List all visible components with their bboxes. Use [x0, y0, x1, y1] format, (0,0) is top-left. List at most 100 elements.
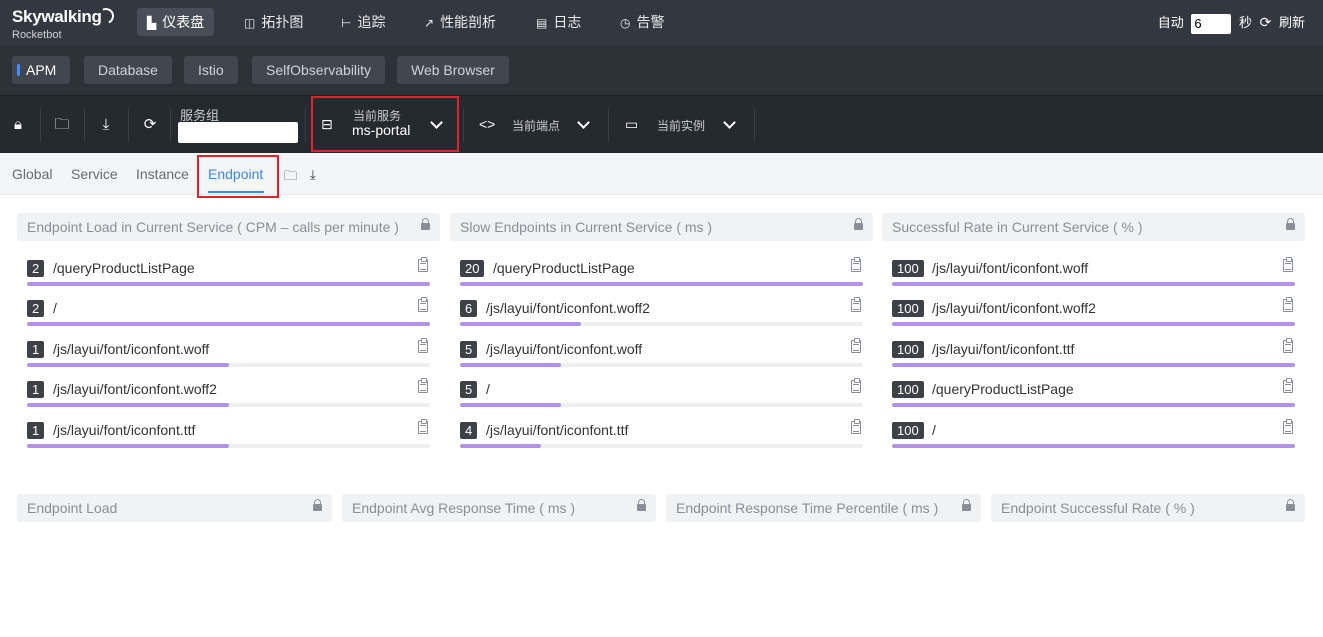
- list-item[interactable]: 5/js/layui/font/iconfont.woff: [460, 338, 863, 378]
- service-group-input[interactable]: [178, 122, 298, 143]
- lock-icon[interactable]: [962, 499, 971, 513]
- endpoint-success-rate-panel: Endpoint Successful Rate ( % ): [991, 494, 1305, 522]
- list-item[interactable]: 100/js/layui/font/iconfont.woff: [892, 257, 1295, 297]
- lock-icon[interactable]: [421, 218, 430, 232]
- log-icon: ▤: [536, 16, 548, 30]
- panel-header: Endpoint Load in Current Service ( CPM –…: [17, 213, 440, 241]
- copy-icon[interactable]: [418, 257, 428, 272]
- list-item[interactable]: 100/queryProductListPage: [892, 378, 1295, 418]
- list-item[interactable]: 6/js/layui/font/iconfont.woff2: [460, 297, 863, 337]
- copy-icon[interactable]: [1283, 257, 1293, 272]
- current-endpoint-selector[interactable]: <> 当前端点: [470, 96, 600, 153]
- list-item[interactable]: 100/js/layui/font/iconfont.ttf: [892, 338, 1295, 378]
- list-item[interactable]: 2/queryProductListPage: [27, 257, 430, 297]
- copy-icon[interactable]: [418, 338, 428, 353]
- copy-icon[interactable]: [851, 297, 861, 312]
- progress-bar-fill: [892, 363, 1295, 367]
- lock-icon[interactable]: [637, 499, 646, 513]
- endpoint-load-panel: Endpoint Load: [17, 494, 332, 522]
- progress-bar-track: [27, 444, 430, 448]
- progress-bar-track: [27, 282, 430, 286]
- panel-title: Endpoint Load in Current Service ( CPM –…: [27, 219, 399, 235]
- current-instance-selector[interactable]: ▭ 当前实例: [615, 96, 750, 153]
- copy-icon[interactable]: [1283, 338, 1293, 353]
- nav-alarm[interactable]: ◷ 告警: [610, 8, 674, 36]
- nav-dashboard[interactable]: ▙ 仪表盘: [137, 8, 215, 36]
- endpoint-name: /js/layui/font/iconfont.woff: [486, 341, 643, 357]
- layer-apm-label: APM: [26, 62, 57, 78]
- folder-icon[interactable]: 🗀: [53, 116, 71, 134]
- copy-icon[interactable]: [418, 419, 428, 434]
- list-item[interactable]: 5/: [460, 378, 863, 418]
- copy-icon[interactable]: [418, 378, 428, 393]
- auto-interval-input[interactable]: [1191, 13, 1232, 34]
- instance-icon: ▭: [625, 116, 639, 132]
- divider: [170, 108, 171, 142]
- lock-icon[interactable]: [1286, 499, 1295, 513]
- nav-profile[interactable]: ↗ 性能剖析: [414, 8, 506, 36]
- nav-log[interactable]: ▤ 日志: [526, 8, 591, 36]
- copy-icon[interactable]: [1283, 419, 1293, 434]
- copy-icon[interactable]: [851, 378, 861, 393]
- tab-endpoint[interactable]: Endpoint: [208, 166, 263, 182]
- list-item[interactable]: 100/js/layui/font/iconfont.woff2: [892, 297, 1295, 337]
- nav-topology[interactable]: ◫ 拓扑图: [234, 8, 313, 36]
- value-badge: 20: [460, 260, 485, 277]
- list-item[interactable]: 1/js/layui/font/iconfont.ttf: [27, 419, 430, 459]
- progress-bar-track: [460, 282, 863, 286]
- list-item[interactable]: 1/js/layui/font/iconfont.woff2: [27, 378, 430, 418]
- panel-title: Slow Endpoints in Current Service ( ms ): [460, 219, 713, 235]
- download-icon[interactable]: ⤓: [97, 116, 115, 134]
- download-icon[interactable]: ⤓: [310, 167, 316, 183]
- layer-web-browser[interactable]: Web Browser: [397, 56, 509, 84]
- chevron-down-icon: [430, 116, 443, 129]
- progress-bar-fill: [892, 444, 1295, 448]
- folder-icon[interactable]: 🗀: [284, 167, 297, 189]
- tab-instance[interactable]: Instance: [136, 166, 189, 182]
- layer-apm[interactable]: APM: [12, 56, 71, 84]
- refresh-button[interactable]: 刷新: [1279, 15, 1305, 30]
- progress-bar-track: [460, 363, 863, 367]
- divider: [305, 108, 306, 142]
- nav-trace[interactable]: ⊢ 追踪: [331, 8, 395, 36]
- copy-icon[interactable]: [851, 338, 861, 353]
- copy-icon[interactable]: [1283, 378, 1293, 393]
- list-item[interactable]: 1/js/layui/font/iconfont.woff: [27, 338, 430, 378]
- copy-icon[interactable]: [851, 419, 861, 434]
- endpoint-name: /js/layui/font/iconfont.woff: [53, 341, 210, 357]
- current-endpoint-label: 当前端点: [512, 119, 561, 133]
- lock-icon[interactable]: [1286, 218, 1295, 232]
- sync-icon[interactable]: ⟳: [141, 116, 159, 134]
- endpoint-percentile-panel: Endpoint Response Time Percentile ( ms ): [666, 494, 981, 522]
- panel-title: Endpoint Response Time Percentile ( ms ): [676, 500, 939, 516]
- list-item[interactable]: 20/queryProductListPage: [460, 257, 863, 297]
- progress-bar-track: [460, 403, 863, 407]
- value-badge: 100: [892, 381, 924, 398]
- brand-logo[interactable]: Skywalking Rocketbot: [12, 5, 117, 42]
- nav-log-label: 日志: [553, 14, 582, 30]
- layer-istio[interactable]: Istio: [184, 56, 238, 84]
- copy-icon[interactable]: [1283, 297, 1293, 312]
- refresh-icon[interactable]: ⟳: [1260, 11, 1272, 33]
- endpoint-name: /js/layui/font/iconfont.woff: [932, 260, 1089, 276]
- seconds-label: 秒: [1238, 15, 1252, 30]
- tab-service[interactable]: Service: [71, 166, 118, 182]
- copy-icon[interactable]: [851, 257, 861, 272]
- nav-trace-label: 追踪: [357, 14, 386, 30]
- list-item[interactable]: 4/js/layui/font/iconfont.ttf: [460, 419, 863, 459]
- list-item[interactable]: 2/: [27, 297, 430, 337]
- lock-icon[interactable]: [313, 499, 322, 513]
- copy-icon[interactable]: [418, 297, 428, 312]
- current-service-selector[interactable]: ⊟ 当前服务 ms-portal: [312, 96, 458, 153]
- list-item[interactable]: 100 /: [892, 419, 1295, 459]
- brand-subtitle: Rocketbot: [12, 29, 62, 41]
- endpoint-avg-response-panel: Endpoint Avg Response Time ( ms ): [342, 494, 656, 522]
- layer-selfobservability-label: SelfObservability: [266, 62, 372, 78]
- nav-topology-label: 拓扑图: [261, 14, 304, 30]
- lock-icon[interactable]: [854, 218, 863, 232]
- lock-icon[interactable]: 🔒︎: [9, 116, 27, 134]
- tab-active-underline: [208, 191, 264, 193]
- tab-global[interactable]: Global: [12, 166, 52, 182]
- layer-database[interactable]: Database: [84, 56, 172, 84]
- layer-selfobservability[interactable]: SelfObservability: [252, 56, 386, 84]
